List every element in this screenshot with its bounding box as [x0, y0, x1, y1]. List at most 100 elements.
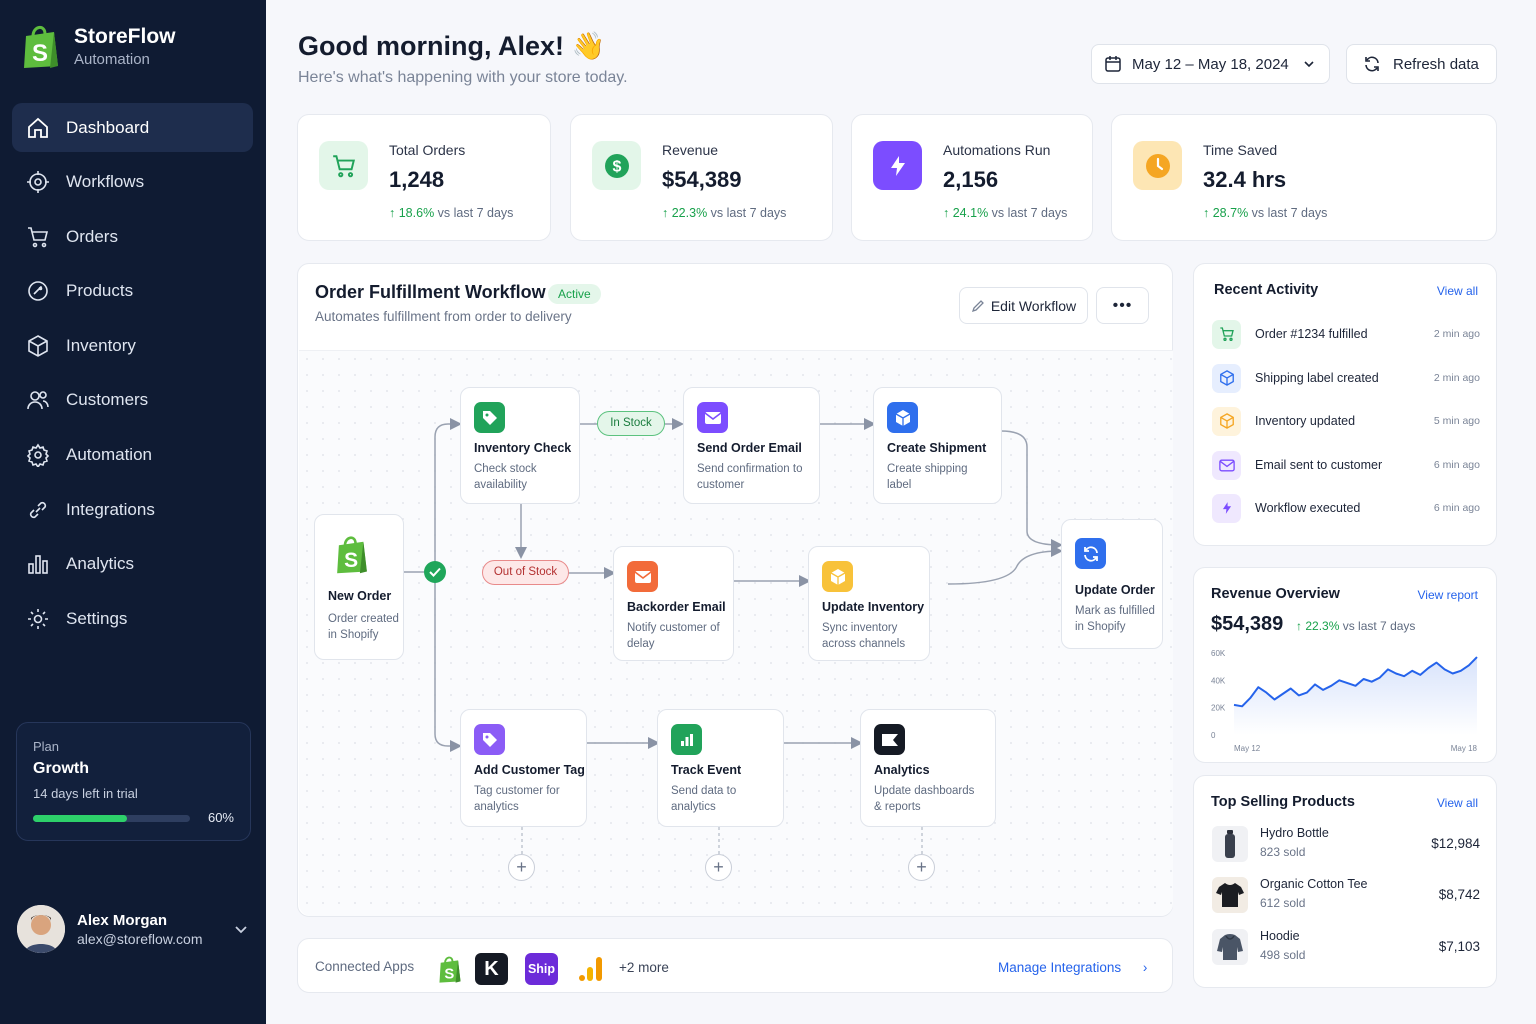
activity-item[interactable]: Order #1234 fulfilled 2 min ago	[1212, 319, 1480, 349]
bar-chart-icon	[671, 724, 702, 755]
stat-card-total-orders[interactable]: Total Orders 1,248 ↑ 18.6% vs last 7 day…	[297, 114, 551, 241]
workflow-canvas[interactable]: S New Order Order created in Shopify Inv…	[299, 350, 1173, 916]
sidebar-item-settings[interactable]: Settings	[12, 594, 253, 643]
activity-text: Email sent to customer	[1255, 458, 1383, 472]
sidebar-item-customers[interactable]: Customers	[12, 376, 253, 425]
activity-time: 6 min ago	[1433, 502, 1480, 514]
bolt-icon	[1212, 493, 1241, 523]
stat-change: ↑ 24.1% vs last 7 days	[943, 206, 1067, 220]
node-update-order[interactable]: Update Order Mark as fulfilled in Shopif…	[1061, 519, 1163, 649]
svg-text:S: S	[444, 966, 454, 982]
revenue-chart[interactable]: 60K 40K 20K 0 May 12 May 18	[1194, 648, 1494, 758]
product-row[interactable]: Hoodie 498 sold $7,103	[1212, 929, 1480, 967]
recent-activity-card: Recent Activity View all Order #1234 ful…	[1193, 263, 1497, 546]
product-sold: 823 sold	[1260, 845, 1306, 859]
more-options-button[interactable]: •••	[1096, 287, 1149, 324]
sidebar-item-workflows[interactable]: Workflows	[12, 158, 253, 207]
add-step-button[interactable]: +	[508, 854, 535, 881]
activity-item[interactable]: Email sent to customer 6 min ago	[1212, 450, 1480, 480]
stat-value: 1,248	[389, 167, 445, 192]
node-title: New Order	[328, 589, 392, 603]
sidebar-item-label: Dashboard	[66, 117, 150, 137]
settings-icon	[28, 608, 48, 629]
manage-integrations-link[interactable]: Manage Integrations ›	[998, 960, 1147, 975]
sidebar-item-label: Customers	[66, 390, 149, 410]
activity-item[interactable]: Workflow executed 6 min ago	[1212, 493, 1480, 523]
node-update-inventory[interactable]: Update Inventory Sync inventory across c…	[808, 546, 930, 661]
node-title: Update Order	[1075, 583, 1155, 597]
klaviyo-icon[interactable]: K	[475, 953, 508, 985]
revenue-period: vs last 7 days	[1342, 619, 1416, 633]
box-icon	[28, 334, 48, 357]
view-report-link[interactable]: View report	[1418, 588, 1478, 602]
more-apps[interactable]: +2 more	[619, 960, 669, 975]
out-of-stock-condition[interactable]: Out of Stock	[482, 560, 569, 585]
product-row[interactable]: Hydro Bottle 823 sold $12,984	[1212, 826, 1480, 864]
node-description: Mark as fulfilled in Shopify	[1075, 605, 1155, 633]
up-arrow-icon: ↑	[389, 206, 399, 220]
manage-integrations-label: Manage Integrations	[998, 960, 1122, 975]
sidebar-item-dashboard[interactable]: Dashboard	[12, 103, 253, 152]
stat-change-value: 24.1%	[952, 206, 989, 220]
date-range-picker[interactable]: May 12 – May 18, 2024	[1091, 44, 1330, 84]
plan-card[interactable]: Plan Growth 14 days left in trial 60%	[16, 722, 251, 841]
up-arrow-icon: ↑	[1203, 206, 1213, 220]
chevron-down-icon[interactable]	[233, 921, 249, 937]
status-badge: Active	[548, 284, 601, 304]
activity-time: 6 min ago	[1433, 459, 1480, 471]
bolt-icon	[873, 141, 922, 190]
stat-value: 2,156	[943, 167, 999, 192]
wave-icon: 👋	[571, 31, 606, 61]
stat-card-time-saved[interactable]: Time Saved 32.4 hrs ↑ 28.7% vs last 7 da…	[1111, 114, 1497, 241]
stat-card-automations-run[interactable]: Automations Run 2,156 ↑ 24.1% vs last 7 …	[851, 114, 1093, 241]
sidebar-item-label: Automation	[66, 445, 152, 465]
user-profile[interactable]: Alex Morgan alex@storeflow.com	[17, 905, 249, 953]
in-stock-condition[interactable]: In Stock	[597, 411, 665, 436]
product-sold: 612 sold	[1260, 896, 1306, 910]
sidebar-item-orders[interactable]: Orders	[12, 212, 253, 261]
avatar	[17, 905, 65, 953]
node-description: Tag customer for analytics	[474, 785, 560, 813]
node-add-customer-tag[interactable]: Add Customer Tag Tag customer for analyt…	[460, 709, 587, 827]
page-title: Good morning, Alex! 👋	[298, 30, 605, 62]
refresh-label: Refresh data	[1393, 55, 1479, 73]
node-analytics[interactable]: Analytics Update dashboards & reports	[860, 709, 996, 827]
node-create-shipment[interactable]: Create Shipment Create shipping label	[873, 387, 1002, 504]
edit-workflow-button[interactable]: Edit Workflow	[959, 287, 1088, 324]
add-step-button[interactable]: +	[908, 854, 935, 881]
refresh-data-button[interactable]: Refresh data	[1346, 44, 1497, 84]
view-all-products-link[interactable]: View all	[1437, 796, 1478, 810]
stat-change-value: 28.7%	[1212, 206, 1249, 220]
brand-subtitle: Automation	[74, 50, 150, 68]
stat-label: Revenue	[662, 142, 719, 158]
sidebar-item-inventory[interactable]: Inventory	[12, 321, 253, 370]
workflow-title: Order Fulfillment Workflow	[315, 282, 546, 302]
sidebar-item-analytics[interactable]: Analytics	[12, 540, 253, 589]
user-email: alex@storeflow.com	[77, 930, 203, 947]
product-row[interactable]: Organic Cotton Tee 612 sold $8,742	[1212, 877, 1480, 915]
sidebar-item-products[interactable]: Products	[12, 267, 253, 316]
sidebar-item-label: Analytics	[66, 554, 135, 574]
node-track-event[interactable]: Track Event Send data to analytics	[657, 709, 784, 827]
node-send-order-email[interactable]: Send Order Email Send confirmation to cu…	[683, 387, 820, 504]
mail-icon	[1212, 450, 1241, 480]
link-icon	[29, 501, 47, 518]
node-new-order[interactable]: S New Order Order created in Shopify	[314, 514, 404, 660]
stat-card-revenue[interactable]: $ Revenue $54,389 ↑ 22.3% vs last 7 days	[570, 114, 833, 241]
brand[interactable]: S StoreFlow Automation	[20, 22, 176, 70]
activity-item[interactable]: Inventory updated 5 min ago	[1212, 406, 1480, 436]
activity-item[interactable]: Shipping label created 2 min ago	[1212, 363, 1480, 393]
view-all-activity-link[interactable]: View all	[1437, 284, 1478, 298]
sidebar-item-label: Integrations	[66, 499, 155, 519]
shipstation-icon[interactable]: Ship	[525, 953, 558, 985]
analytics-icon[interactable]	[573, 953, 606, 985]
node-backorder-email[interactable]: Backorder Email Notify customer of delay	[613, 546, 734, 661]
sidebar-item-automation[interactable]: Automation	[12, 431, 253, 480]
add-step-button[interactable]: +	[705, 854, 732, 881]
recent-activity-title: Recent Activity	[1214, 282, 1319, 298]
shopify-icon[interactable]: S	[433, 953, 466, 985]
node-title: Add Customer Tag	[474, 763, 585, 777]
node-inventory-check[interactable]: Inventory Check Check stock availability	[460, 387, 580, 504]
sidebar-item-integrations[interactable]: Integrations	[12, 485, 253, 534]
stat-period: vs last 7 days	[991, 206, 1068, 220]
